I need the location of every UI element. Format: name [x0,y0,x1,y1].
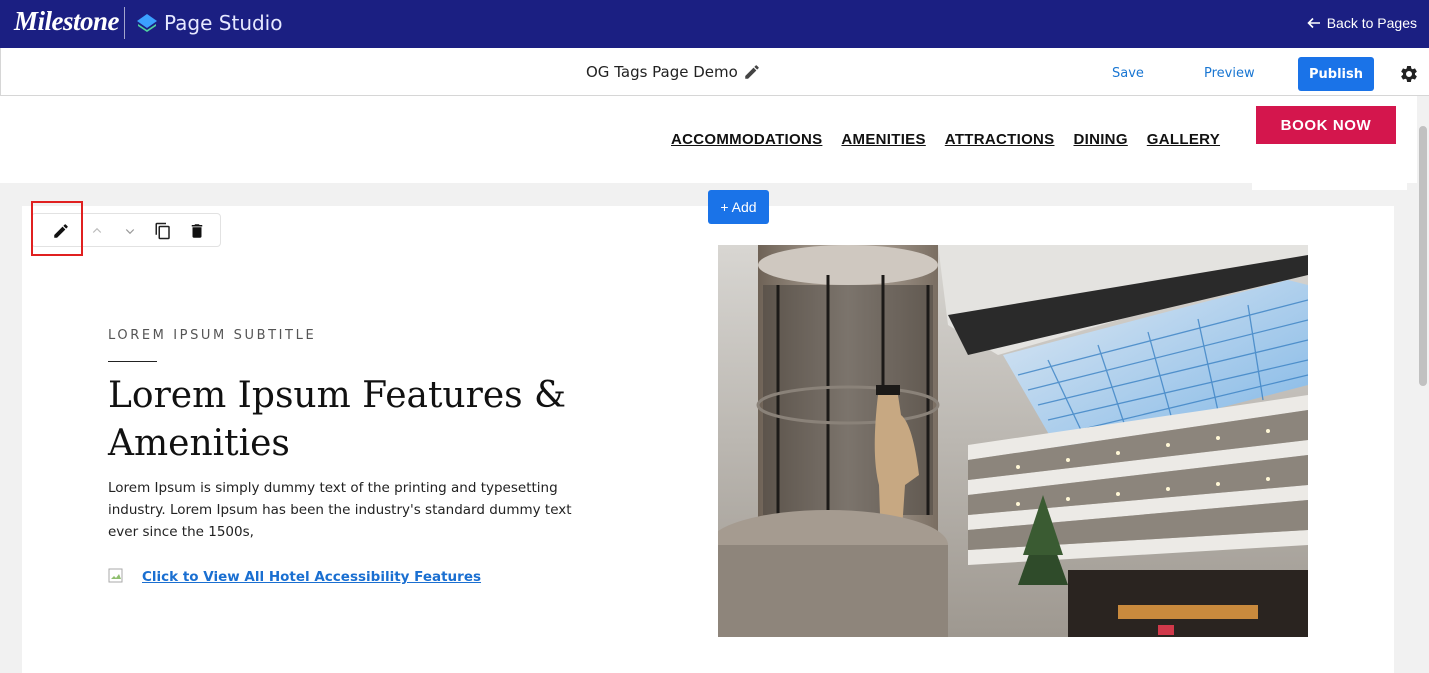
nav-item-dining[interactable]: DINING [1073,131,1127,148]
book-now-button[interactable]: BOOK NOW [1256,106,1396,144]
app-header: Milestone Page Studio Back to Pages [0,0,1429,48]
section-body-text: Lorem Ipsum is simply dummy text of the … [108,480,572,540]
pencil-icon[interactable] [743,63,761,81]
nav-item-attractions[interactable]: ATTRACTIONS [945,131,1055,148]
editor-toolbar: OG Tags Page Demo Save Preview Publish [0,48,1429,96]
scrollbar-thumb[interactable] [1419,126,1427,386]
broken-image-icon [108,568,123,583]
scrollbar[interactable] [1417,96,1429,673]
subtitle-divider [108,361,157,362]
hotel-atrium-image [718,245,1308,637]
back-to-pages-label: Back to Pages [1326,15,1417,31]
layers-icon [137,14,157,32]
arrow-left-icon [1307,17,1320,29]
product-name: Page Studio [164,11,283,35]
edit-button-highlight [31,201,83,256]
nav-item-accommodations[interactable]: ACCOMMODATIONS [671,131,822,148]
back-to-pages-link[interactable]: Back to Pages [1307,15,1417,31]
preview-button[interactable]: Preview [1204,66,1255,81]
page-title: OG Tags Page Demo [586,63,738,81]
nav-item-gallery[interactable]: GALLERY [1147,131,1220,148]
publish-button[interactable]: Publish [1298,57,1374,91]
site-nav: ACCOMMODATIONS AMENITIES ATTRACTIONS DIN… [671,131,1220,148]
section-subtitle: LOREM IPSUM SUBTITLE [108,328,317,343]
site-header: ACCOMMODATIONS AMENITIES ATTRACTIONS DIN… [0,96,1417,190]
gear-icon[interactable] [1399,64,1419,84]
trash-icon[interactable] [188,222,206,240]
brand-divider [124,7,125,39]
accessibility-features-link[interactable]: Click to View All Hotel Accessibility Fe… [142,569,481,585]
chevron-up-icon[interactable] [88,222,106,240]
milestone-logo: Milestone [14,6,120,36]
section-heading: Lorem Ipsum Features & Amenities [108,375,567,464]
save-button[interactable]: Save [1112,66,1144,81]
add-section-button[interactable]: + Add [708,190,769,224]
copy-icon[interactable] [154,222,172,240]
chevron-down-icon[interactable] [121,222,139,240]
nav-item-amenities[interactable]: AMENITIES [841,131,925,148]
